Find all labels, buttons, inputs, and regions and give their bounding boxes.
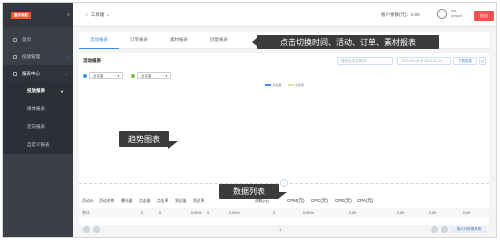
- chevron-down-icon: ▾: [61, 88, 64, 94]
- next-page-icon[interactable]: ›: [431, 226, 438, 233]
- sidebar-subitem-media-report[interactable]: 媒体报表: [3, 100, 73, 118]
- tab-creative-report[interactable]: 创意报表: [199, 32, 239, 49]
- top-bar: ⁙ 工具箱 ⌄ 账户余额(元)：0.00 xxx jumpcn 退出: [73, 3, 496, 27]
- legend-swatch: [287, 83, 294, 87]
- sidebar-item-delivery[interactable]: 投放管理 ›: [3, 48, 73, 65]
- date-range-picker[interactable]: 2019-09-18 至 2019-09-24: [397, 57, 451, 65]
- tab-activity-report[interactable]: 活动报表: [79, 32, 119, 49]
- sidebar-item-label: 投放管理: [22, 53, 40, 59]
- tab-material-report[interactable]: 素材报表: [159, 32, 199, 49]
- metric2-select[interactable]: 点击量 ▼: [137, 72, 171, 79]
- sidebar-subitem-custom-report[interactable]: 自定义报表: [3, 136, 73, 154]
- report-icon: [13, 71, 17, 76]
- brand-logo: 鑫讯领航: [11, 11, 31, 19]
- app-window: 鑫讯领航 ≡ 首页 投放管理 › 报表中心 ⌄ 投放报表 ▾ 媒体报表 定向报表…: [2, 2, 497, 238]
- chevron-down-icon: ⌄: [106, 11, 111, 17]
- cell-cpm: 0.00: [349, 211, 357, 215]
- legend-label: 点击量: [272, 83, 282, 87]
- cell-consumption: 0: [273, 211, 276, 215]
- last-page-icon[interactable]: »: [441, 226, 448, 233]
- sidebar-item-label: 报表中心: [22, 70, 40, 76]
- sidebar-subitem-label: 媒体报表: [27, 106, 45, 111]
- cell-cpc: 0.00: [397, 211, 405, 215]
- col-cpa[interactable]: CPA(元): [357, 196, 373, 206]
- chevron-down-icon: ⌄: [64, 71, 68, 76]
- metric1-value: 点击量: [93, 74, 104, 78]
- sidebar-subitem-delivery-report[interactable]: 投放报表 ▾: [3, 82, 73, 100]
- chevron-down-icon: ▼: [117, 74, 120, 78]
- legend-item[interactable]: 点击量: [265, 83, 282, 87]
- col-clicks[interactable]: 点击量: [139, 196, 150, 206]
- tab-order-report[interactable]: 订单报表: [119, 32, 159, 49]
- col-impressions[interactable]: 曝光量: [121, 196, 132, 206]
- sidebar: 鑫讯领航 ≡ 首页 投放管理 › 报表中心 ⌄ 投放报表 ▾ 媒体报表 定向报表…: [3, 3, 73, 237]
- col-cpm[interactable]: CPM(元): [287, 196, 305, 206]
- collapse-chart-icon[interactable]: ⌃: [280, 179, 288, 187]
- cell-total-label: 合计: [82, 211, 90, 215]
- brand: 鑫讯领航: [3, 3, 73, 27]
- pagination-bar: ‹ « 1 › » 展示列数据条数: [79, 225, 489, 235]
- cell-consumption-rate: 0.00%: [303, 211, 314, 215]
- grid-icon: ⁙: [85, 11, 89, 17]
- collapse-sidebar-icon[interactable]: ≡: [67, 12, 70, 18]
- brand-logo-text: 鑫讯领航: [14, 12, 28, 17]
- legend-swatch: [265, 83, 271, 87]
- report-panel: 活动报表 搜索活动名称/ID 2019-09-18 至 2019-09-24 下…: [79, 53, 489, 225]
- column-settings-button[interactable]: 展示列数据条数: [451, 226, 487, 233]
- table-total-row: 合计 0 0 0.00% 0 0.00% 0 0.00% 0.00 0.00 0…: [79, 208, 489, 218]
- sidebar-subitem-targeting-report[interactable]: 定向报表: [3, 118, 73, 136]
- sidebar-item-home[interactable]: 首页: [3, 31, 73, 48]
- col-ctr[interactable]: 点击率: [157, 196, 168, 206]
- metric1-select[interactable]: 点击量 ▼: [89, 72, 123, 79]
- chart-legend: 点击量 点击率: [265, 83, 304, 87]
- panel-title: 活动报表: [83, 58, 101, 63]
- avatar[interactable]: [437, 9, 447, 19]
- metric1-dot: [83, 73, 87, 78]
- cell-impressions: 0: [141, 211, 144, 215]
- cell-arrival-rate: 0.00%: [229, 211, 240, 215]
- cell-clicks: 0: [159, 211, 162, 215]
- chevron-right-icon: ›: [66, 54, 68, 59]
- col-arrivals[interactable]: 到达量: [175, 196, 186, 206]
- refresh-icon[interactable]: ↻: [479, 57, 486, 65]
- legend-label: 点击率: [295, 83, 305, 87]
- search-input[interactable]: 搜索活动名称/ID: [337, 57, 393, 65]
- table-annotation: 数据列表: [219, 184, 287, 199]
- sidebar-item-reports[interactable]: 报表中心 ⌄: [3, 65, 73, 82]
- cell-arrivals: 0: [207, 211, 210, 215]
- workspace-label: 工具箱: [90, 11, 105, 17]
- col-activity-name[interactable]: 活动名称: [99, 196, 114, 206]
- metric2-value: 点击量: [141, 74, 152, 78]
- user-account: jumpcn: [451, 14, 463, 18]
- col-cpe[interactable]: CPE(元): [335, 196, 352, 206]
- trend-annotation: 趋势图表: [119, 131, 178, 149]
- sidebar-subitem-label: 定向报表: [27, 124, 45, 129]
- col-arrival-rate[interactable]: 到达率: [193, 196, 204, 206]
- chevron-down-icon: ▼: [165, 74, 168, 78]
- col-cpc[interactable]: CPC(元): [311, 196, 328, 206]
- sidebar-subitem-label: 投放报表: [27, 88, 45, 93]
- download-report-button[interactable]: 下载报表: [453, 57, 477, 65]
- home-icon: [13, 37, 17, 42]
- user-info[interactable]: xxx jumpcn: [451, 9, 462, 19]
- sidebar-item-label: 首页: [22, 36, 31, 42]
- legend-item[interactable]: 点击率: [287, 83, 305, 87]
- metric2-dot: [131, 73, 135, 78]
- logout-button[interactable]: 退出: [474, 11, 494, 21]
- delivery-icon: [13, 54, 17, 59]
- tabs-annotation: 点击切换时间、活动、订单、素材报表: [252, 35, 439, 49]
- first-page-icon[interactable]: «: [93, 226, 100, 233]
- cell-cpe: 0.00: [429, 211, 437, 215]
- sidebar-subitem-label: 自定义报表: [27, 142, 50, 147]
- workspace-selector[interactable]: ⁙ 工具箱 ⌄: [85, 12, 110, 18]
- col-activity-id[interactable]: 活动ID: [82, 196, 93, 206]
- cell-ctr: 0.00%: [191, 211, 202, 215]
- cell-cpa: 0.00: [463, 211, 471, 215]
- prev-page-icon[interactable]: ‹: [83, 226, 90, 233]
- account-balance: 账户余额(元)：0.00: [381, 12, 420, 17]
- current-page[interactable]: 1: [279, 227, 281, 232]
